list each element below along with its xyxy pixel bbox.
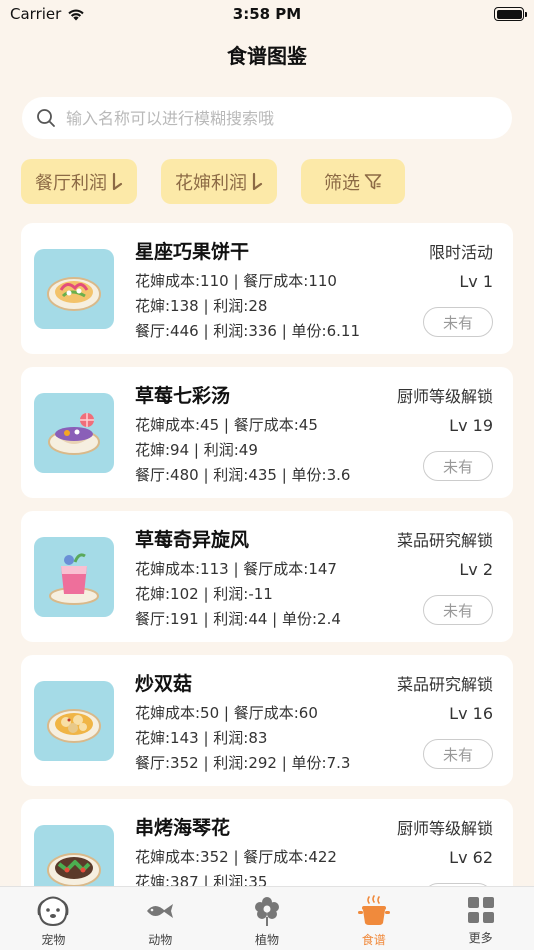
search-bar[interactable] (22, 97, 512, 139)
restaurant-profit-line: 餐厅:352 | 利润:292 | 单份:7.3 (135, 754, 351, 772)
recipe-card[interactable]: 草莓七彩汤 花婶成本:45 | 餐厅成本:45 花婶:94 | 利润:49 餐厅… (21, 367, 513, 498)
tab-bar: 宠物 动物 植物 食谱 更多 (0, 886, 534, 950)
dish-name: 星座巧果饼干 (135, 241, 250, 263)
restaurant-profit-line: 餐厅:480 | 利润:435 | 单份:3.6 (135, 466, 351, 484)
filter-row: 餐厅利润 花婶利润 筛选 (21, 159, 405, 204)
dish-name: 炒双菇 (135, 673, 193, 695)
level-label: Lv 62 (449, 848, 493, 867)
skewer-plate-icon (47, 853, 101, 887)
tab-label: 食谱 (361, 933, 386, 947)
dish-thumbnail (34, 249, 114, 329)
tab-pets[interactable]: 宠物 (0, 887, 107, 950)
owned-status-button[interactable]: 未有 (423, 451, 493, 481)
sort-down-icon (112, 172, 123, 190)
recipe-card[interactable]: 星座巧果饼干 花婶成本:110 | 餐厅成本:110 花婶:138 | 利润:2… (21, 223, 513, 354)
aunt-profit-line: 花婶:143 | 利润:83 (135, 729, 268, 747)
aunt-profit-line: 花婶:94 | 利润:49 (135, 441, 258, 459)
carrier-label: Carrier (10, 5, 62, 23)
filter-icon (364, 173, 382, 189)
fish-icon (147, 904, 174, 918)
aunt-profit-line: 花婶:102 | 利润:-11 (135, 585, 273, 603)
dish-thumbnail (34, 393, 114, 473)
status-left: Carrier (10, 5, 85, 23)
page-title: 食谱图鉴 (227, 44, 307, 68)
grid-icon (467, 897, 494, 923)
flower-icon (254, 897, 279, 926)
mushroom-plate-icon (47, 709, 101, 743)
dish-thumbnail (34, 537, 114, 617)
dish-name: 草莓奇异旋风 (135, 529, 250, 551)
owned-status-button[interactable]: 未有 (423, 739, 493, 769)
filter-label: 筛选 (324, 172, 360, 194)
soup-bowl-icon (48, 413, 100, 455)
pot-icon (357, 895, 390, 925)
dish-name: 串烤海琴花 (135, 817, 231, 839)
battery-icon (494, 7, 527, 21)
filter-label: 花婶利润 (175, 172, 247, 194)
tab-label: 动物 (148, 933, 173, 947)
search-icon (37, 109, 55, 127)
tab-plants[interactable]: 植物 (214, 887, 321, 950)
recipe-card[interactable]: 草莓奇异旋风 花婶成本:113 | 餐厅成本:147 花婶:102 | 利润:-… (21, 511, 513, 642)
owned-status-button[interactable]: 未有 (423, 307, 493, 337)
smoothie-glass-icon (49, 553, 99, 605)
restaurant-profit-line: 餐厅:446 | 利润:336 | 单份:6.11 (135, 322, 361, 340)
tab-animals[interactable]: 动物 (107, 887, 214, 950)
filter-label: 餐厅利润 (35, 172, 107, 194)
filter-button[interactable]: 筛选 (301, 159, 405, 204)
wifi-icon (68, 9, 85, 20)
sort-restaurant-profit-button[interactable]: 餐厅利润 (21, 159, 137, 204)
status-bar: Carrier 3:58 PM (0, 0, 534, 28)
sort-aunt-profit-button[interactable]: 花婶利润 (161, 159, 277, 204)
unlock-method: 菜品研究解锁 (396, 675, 493, 694)
level-label: Lv 16 (449, 704, 493, 723)
owned-status-button[interactable]: 未有 (423, 595, 493, 625)
cost-line: 花婶成本:50 | 餐厅成本:60 (135, 704, 318, 722)
cost-line: 花婶成本:110 | 餐厅成本:110 (135, 272, 337, 290)
level-label: Lv 1 (459, 272, 493, 291)
level-label: Lv 19 (449, 416, 493, 435)
unlock-method: 厨师等级解锁 (396, 387, 493, 406)
tab-label: 宠物 (41, 933, 66, 947)
restaurant-profit-line: 餐厅:191 | 利润:44 | 单份:2.4 (135, 610, 341, 628)
dog-icon (37, 896, 69, 927)
recipe-card[interactable]: 炒双菇 花婶成本:50 | 餐厅成本:60 花婶:143 | 利润:83 餐厅:… (21, 655, 513, 786)
unlock-method: 厨师等级解锁 (396, 819, 493, 838)
tab-label: 植物 (254, 933, 279, 947)
dish-thumbnail (34, 681, 114, 761)
tab-recipes[interactable]: 食谱 (320, 887, 427, 950)
level-label: Lv 2 (459, 560, 493, 579)
unlock-method: 限时活动 (428, 243, 493, 262)
cost-line: 花婶成本:352 | 餐厅成本:422 (135, 848, 337, 866)
aunt-profit-line: 花婶:138 | 利润:28 (135, 297, 268, 315)
search-input[interactable] (66, 108, 498, 128)
cost-line: 花婶成本:45 | 餐厅成本:45 (135, 416, 318, 434)
tab-more[interactable]: 更多 (427, 887, 534, 950)
cookie-plate-icon (47, 277, 101, 311)
cost-line: 花婶成本:113 | 餐厅成本:147 (135, 560, 337, 578)
dish-name: 草莓七彩汤 (135, 385, 231, 407)
sort-down-icon (252, 172, 263, 190)
unlock-method: 菜品研究解锁 (396, 531, 493, 550)
tab-label: 更多 (468, 931, 493, 945)
recipe-list: 星座巧果饼干 花婶成本:110 | 餐厅成本:110 花婶:138 | 利润:2… (21, 223, 513, 943)
